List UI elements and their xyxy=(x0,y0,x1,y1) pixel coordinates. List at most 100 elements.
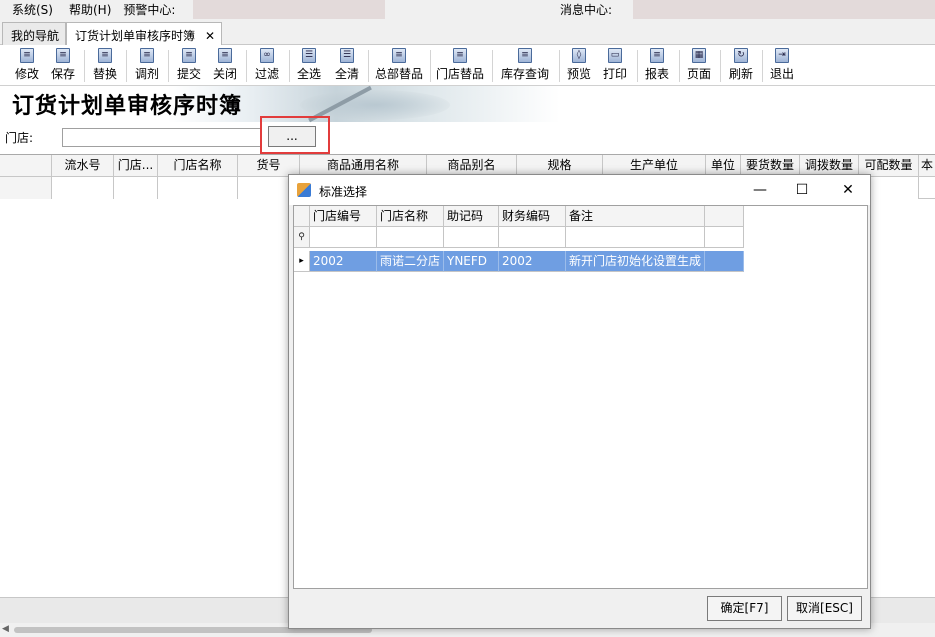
print-button[interactable]: ▭ 打印 xyxy=(599,47,631,84)
ok-button[interactable]: 确定[F7] xyxy=(707,596,782,621)
filter-row-icon: ⚲ xyxy=(294,227,310,248)
adjust-button[interactable]: ≡ 调剂 xyxy=(130,47,164,84)
close-doc-button[interactable]: ≡ 关闭 xyxy=(208,47,242,84)
replace-button[interactable]: ≡ 替换 xyxy=(88,47,122,84)
store-select-grid[interactable]: 门店编号 门店名称 助记码 财务编码 备注 ⚲ ▸ 2002 雨诺二分店 YNE… xyxy=(293,205,868,589)
toolbar-separator xyxy=(246,50,247,82)
maximize-icon[interactable]: ☐ xyxy=(789,179,815,201)
edit-button[interactable]: ≡ 修改 xyxy=(10,47,44,84)
hq-substitute-icon: ≡ xyxy=(392,48,406,63)
alert-center-label[interactable]: 预警中心: xyxy=(119,1,179,18)
report-button[interactable]: ≡ 报表 xyxy=(641,47,673,84)
refresh-button[interactable]: ↻ 刷新 xyxy=(725,47,757,84)
col-store-name[interactable]: 门店名称 xyxy=(377,206,444,227)
menu-help[interactable]: 帮助(H) xyxy=(65,1,115,18)
printer-icon: ▭ xyxy=(608,48,622,63)
clear-all-button[interactable]: ☰ 全清 xyxy=(330,47,364,84)
toolbar: ≡ 修改 ≡ 保存 ≡ 替换 ≡ 调剂 ≡ 提交 ≡ 关闭 ∞ 过滤 ☰ 全选 ☰ 全清 ≡ 总部替… xyxy=(0,45,935,86)
close-icon[interactable]: ✕ xyxy=(205,29,215,43)
save-icon: ≡ xyxy=(56,48,70,63)
store-input[interactable] xyxy=(62,128,262,147)
col-more[interactable]: 本 xyxy=(919,155,935,177)
hq-substitute-label: 总部替品 xyxy=(374,67,423,81)
adjust-label: 调剂 xyxy=(134,67,159,81)
cell-remark[interactable]: 新开门店初始化设置生成 xyxy=(566,251,705,272)
preview-label: 预览 xyxy=(566,67,591,81)
filter-cell[interactable] xyxy=(0,177,52,199)
menu-system[interactable]: 系统(S) xyxy=(8,1,57,18)
toolbar-separator xyxy=(762,50,763,82)
dialog-title: 标准选择 xyxy=(319,185,368,199)
toolbar-separator xyxy=(84,50,85,82)
edit-label: 修改 xyxy=(14,67,39,81)
cell-extra[interactable] xyxy=(705,251,744,272)
clear-all-label: 全清 xyxy=(334,67,359,81)
toolbar-separator xyxy=(126,50,127,82)
save-button[interactable]: ≡ 保存 xyxy=(46,47,80,84)
preview-button[interactable]: ◊ 预览 xyxy=(563,47,595,84)
message-center-label[interactable]: 消息中心: xyxy=(556,1,616,18)
grid-header-indicator xyxy=(0,155,52,177)
col-serial-no[interactable]: 流水号 xyxy=(52,155,114,177)
tab-order-plan-review[interactable]: 订货计划单审核序时簿 ✕ xyxy=(66,22,223,46)
cell-mnemonic[interactable]: YNEFD xyxy=(444,251,499,272)
report-icon: ≡ xyxy=(650,48,664,63)
store-label: 门店: xyxy=(5,131,34,145)
tab-label: 订货计划单审核序时簿 xyxy=(75,29,196,43)
replace-icon: ≡ xyxy=(98,48,112,63)
filter-cell[interactable] xyxy=(377,227,444,248)
store-substitute-icon: ≡ xyxy=(453,48,467,63)
cell-finance-code[interactable]: 2002 xyxy=(499,251,566,272)
tab-label: 我的导航 xyxy=(11,29,60,43)
filter-cell[interactable] xyxy=(114,177,158,199)
select-all-button[interactable]: ☰ 全选 xyxy=(292,47,326,84)
select-all-label: 全选 xyxy=(296,67,321,81)
cell-store-id[interactable]: 2002 xyxy=(310,251,377,272)
filter-cell[interactable] xyxy=(499,227,566,248)
adjust-icon: ≡ xyxy=(140,48,154,63)
filter-row: 门店: ... xyxy=(0,122,935,154)
cell-store-name[interactable]: 雨诺二分店 xyxy=(377,251,444,272)
submit-button[interactable]: ≡ 提交 xyxy=(172,47,206,84)
col-store-name[interactable]: 门店名称 xyxy=(158,155,238,177)
dialog-titlebar[interactable]: 标准选择 — ☐ ✕ xyxy=(289,175,870,205)
submit-label: 提交 xyxy=(176,67,201,81)
print-label: 打印 xyxy=(602,67,627,81)
filter-cell[interactable] xyxy=(566,227,705,248)
menu-bar: 系统(S) 帮助(H) 预警中心: 消息中心: xyxy=(0,0,935,19)
filter-cell[interactable] xyxy=(705,227,744,248)
dialog-grid-header: 门店编号 门店名称 助记码 财务编码 备注 xyxy=(294,206,744,227)
filter-button[interactable]: ∞ 过滤 xyxy=(250,47,284,84)
toolbar-separator xyxy=(289,50,290,82)
close-icon[interactable]: ✕ xyxy=(835,179,861,201)
scroll-left-icon[interactable]: ◀ xyxy=(2,624,9,634)
filter-cell[interactable] xyxy=(444,227,499,248)
tab-bar: 我的导航 订货计划单审核序时簿 ✕ xyxy=(0,19,935,46)
highlight-box xyxy=(260,116,330,154)
row-indicator xyxy=(294,206,310,227)
col-store-id[interactable]: 门店编号 xyxy=(310,206,377,227)
cancel-button[interactable]: 取消[ESC] xyxy=(787,596,862,621)
page-button[interactable]: ▦ 页面 xyxy=(683,47,715,84)
col-remark[interactable]: 备注 xyxy=(566,206,705,227)
store-substitute-button[interactable]: ≡ 门店替品 xyxy=(434,47,486,84)
save-label: 保存 xyxy=(50,67,75,81)
toolbar-separator xyxy=(368,50,369,82)
tab-my-navigation[interactable]: 我的导航 xyxy=(2,22,67,45)
table-row[interactable]: ▸ 2002 雨诺二分店 YNEFD 2002 新开门店初始化设置生成 xyxy=(294,251,744,272)
col-finance-code[interactable]: 财务编码 xyxy=(499,206,566,227)
col-store-code[interactable]: 门店... xyxy=(114,155,158,177)
minimize-icon[interactable]: — xyxy=(747,179,773,201)
filter-cell[interactable] xyxy=(310,227,377,248)
clear-all-icon: ☰ xyxy=(340,48,354,63)
filter-cell[interactable] xyxy=(52,177,114,199)
stock-query-button[interactable]: ≡ 库存查询 xyxy=(498,47,552,84)
exit-button[interactable]: ⇥ 退出 xyxy=(766,47,798,84)
hq-substitute-button[interactable]: ≡ 总部替品 xyxy=(372,47,426,84)
alert-center-area xyxy=(193,0,385,19)
page-icon: ▦ xyxy=(692,48,706,63)
toolbar-separator xyxy=(168,50,169,82)
filter-cell[interactable] xyxy=(158,177,238,199)
col-mnemonic[interactable]: 助记码 xyxy=(444,206,499,227)
current-row-icon: ▸ xyxy=(294,251,310,272)
